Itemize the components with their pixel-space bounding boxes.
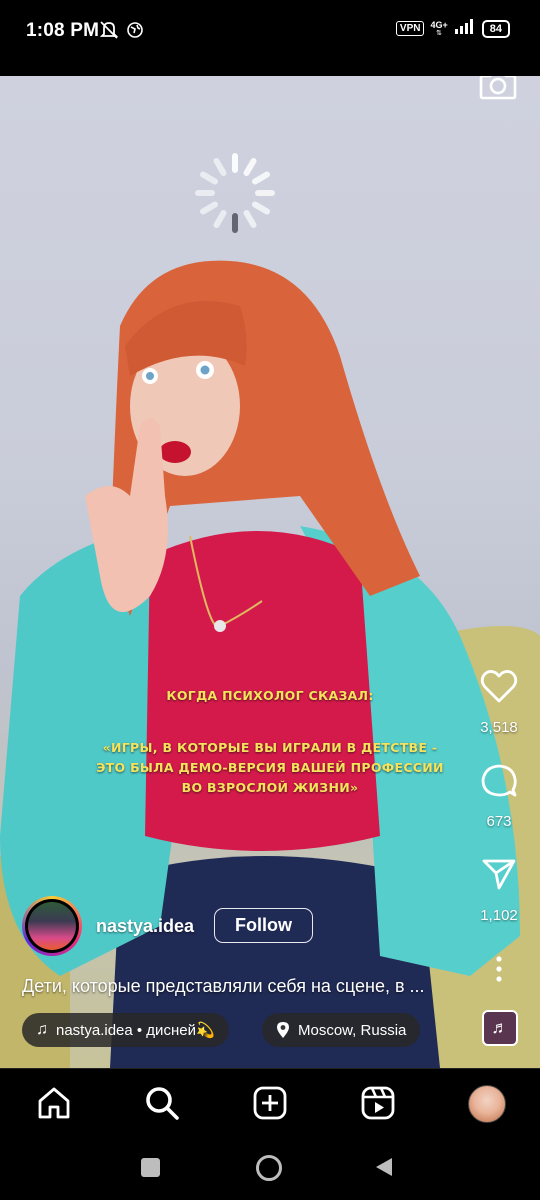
overlay-line-3: ВО ВЗРОСЛОЙ ЖИЗНИ»: [181, 780, 359, 795]
audio-pill[interactable]: ♫ nastya.idea • дисней💫: [22, 1013, 229, 1047]
location-pill[interactable]: Moscow, Russia: [262, 1013, 421, 1047]
bottom-navigation: [0, 1068, 540, 1137]
search-icon: [146, 1087, 179, 1120]
nav-create-button[interactable]: [252, 1085, 288, 1126]
follow-button[interactable]: Follow: [214, 908, 313, 943]
status-bar: 1:08 PM VPN 4G+ ⇅ 84: [0, 0, 540, 76]
status-icons: VPN 4G+ ⇅ 84: [395, 18, 510, 39]
vpn-badge: VPN: [395, 21, 425, 36]
nav-reels-button[interactable]: [360, 1085, 396, 1126]
author-username[interactable]: nastya.idea: [96, 916, 194, 937]
back-triangle-icon[interactable]: [374, 1156, 394, 1183]
network-type: 4G+: [430, 19, 448, 30]
network-indicator: 4G+ ⇅: [430, 19, 448, 37]
reels-icon: [361, 1086, 395, 1120]
heart-icon: [480, 670, 518, 703]
battery-indicator: 84: [481, 19, 510, 38]
nav-home-button[interactable]: [36, 1085, 72, 1126]
comment-count: 673: [486, 813, 512, 830]
overlay-line-1: «ИГРЫ, В КОТОРЫЕ ВЫ ИГРАЛИ В ДЕТСТВЕ -: [102, 740, 438, 755]
location-label: Moscow, Russia: [298, 1021, 407, 1039]
nav-profile-button[interactable]: [468, 1085, 506, 1123]
nav-search-button[interactable]: [144, 1085, 180, 1126]
overlay-line-2: ЭТО БЫЛА ДЕМО-ВЕРСИЯ ВАШЕЙ ПРОФЕССИИ: [96, 760, 444, 775]
system-navigation: [0, 1136, 540, 1200]
music-note-icon: ♫: [36, 1021, 48, 1038]
like-button[interactable]: [480, 668, 518, 709]
status-time: 1:08 PM: [26, 20, 100, 41]
do-not-disturb-icon: [98, 20, 120, 45]
camera-icon[interactable]: [478, 76, 518, 107]
recents-square-icon[interactable]: [141, 1158, 160, 1177]
reel-video[interactable]: КОГДА ПСИХОЛОГ СКАЗАЛ: «ИГРЫ, В КОТОРЫЕ …: [0, 76, 540, 1068]
home-icon: [38, 1087, 70, 1119]
loading-spinner-icon: [190, 148, 280, 243]
share-button[interactable]: [481, 856, 517, 897]
more-options-button[interactable]: [489, 954, 509, 989]
more-vertical-icon: [496, 956, 502, 982]
author-avatar[interactable]: [22, 896, 82, 956]
like-count: 3,518: [480, 719, 518, 736]
music-note-icon: ♬: [491, 1018, 509, 1037]
overlay-title: КОГДА ПСИХОЛОГ СКАЗАЛ:: [166, 688, 374, 703]
location-pin-icon: [277, 1022, 289, 1038]
audio-label: nastya.idea • дисней💫: [56, 1022, 215, 1039]
add-post-icon: [253, 1086, 287, 1120]
comment-bubble-icon: [481, 764, 517, 797]
reel-caption[interactable]: Дети, которые представляли себя на сцене…: [22, 976, 425, 997]
audio-thumbnail[interactable]: ♬: [482, 1010, 518, 1046]
home-circle-icon[interactable]: [256, 1155, 282, 1181]
paper-plane-icon: [482, 859, 516, 890]
signal-icon: [454, 18, 476, 39]
share-count: 1,102: [480, 907, 518, 924]
comment-button[interactable]: [480, 762, 518, 805]
data-arrows-icon: ⇅: [436, 29, 443, 37]
globe-icon: [126, 21, 144, 44]
